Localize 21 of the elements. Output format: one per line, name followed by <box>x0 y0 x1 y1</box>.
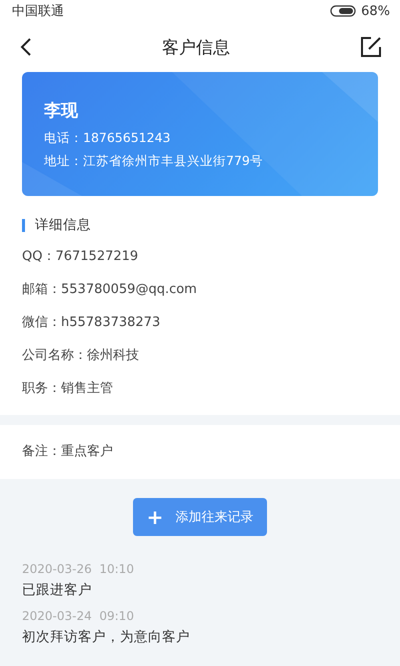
add-record-button[interactable]: + 添加往来记录 <box>133 498 267 536</box>
page-title: 客户信息 <box>162 36 230 58</box>
detail-text: 微信：h55783738273 <box>22 314 162 332</box>
record-time: 2020-03-24 09:10 <box>22 609 135 623</box>
record-text: 初次拜访客户，为意向客户 <box>22 628 191 646</box>
phone-text: 电话：18765651243 <box>44 130 172 146</box>
address-text: 地址：江苏省徐州市丰县兴业街779号 <box>44 152 264 170</box>
remark-text: 备注：重点客户 <box>0 425 400 479</box>
battery-percent: 68% <box>361 4 390 18</box>
detail-text: QQ：7671527219 <box>22 248 140 266</box>
carrier-name: 中国联通 <box>12 3 64 20</box>
customer-name: 李现 <box>44 100 79 122</box>
section-title: 详细信息 <box>35 216 91 234</box>
record-text: 已跟进客户 <box>22 581 93 599</box>
detail-text: 公司名称：徐州科技 <box>22 347 140 365</box>
record-time: 2020-03-26 10:10 <box>22 562 135 576</box>
battery-icon <box>330 5 356 17</box>
edit-icon[interactable] <box>360 36 382 58</box>
detail-text: 职务：销售主管 <box>22 380 114 398</box>
detail-text: 邮箱：553780059@qq.com <box>22 281 198 299</box>
back-icon[interactable] <box>20 37 32 57</box>
